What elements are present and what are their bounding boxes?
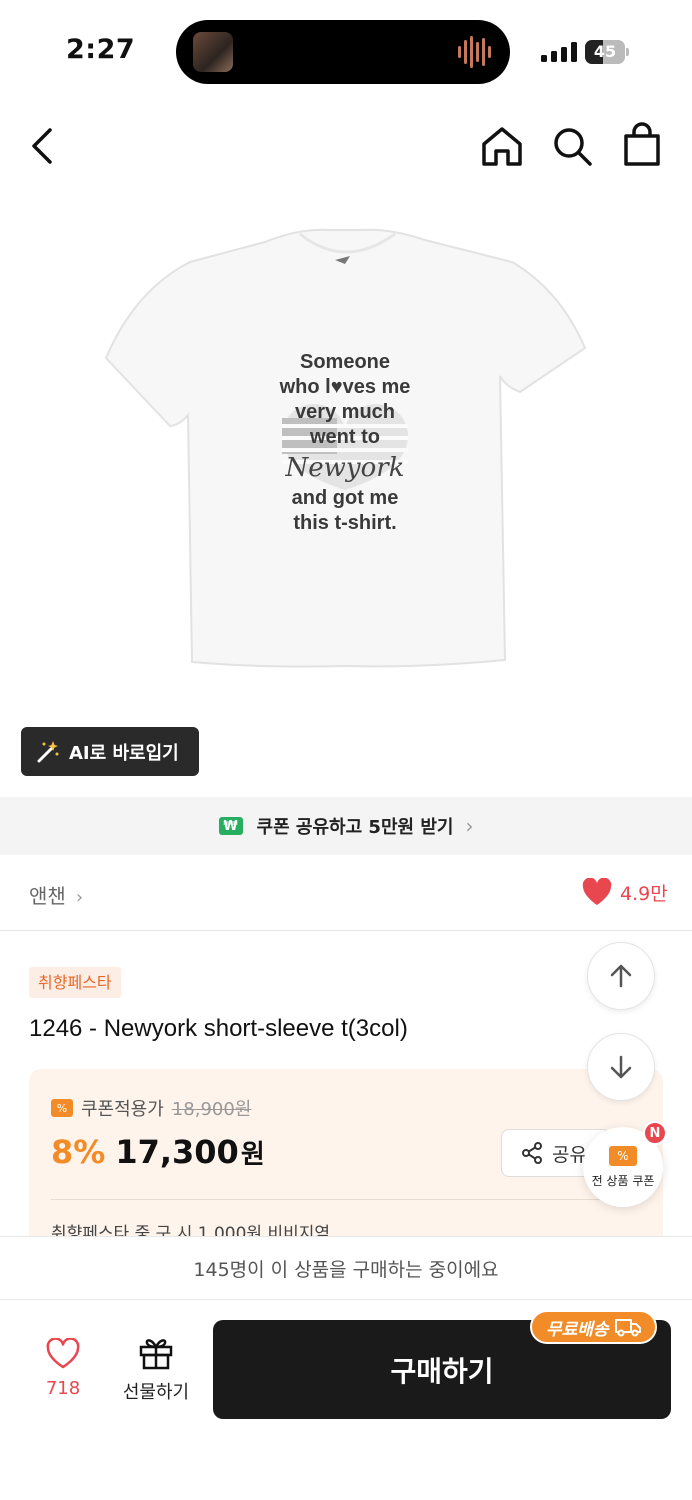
truck-icon xyxy=(614,1319,641,1337)
divider xyxy=(0,930,692,931)
shirt-print-text: Someone who l♥ves me very much went to N… xyxy=(240,350,450,536)
status-bar: 2:27 45 xyxy=(0,0,692,100)
buyers-count-bar: 145명이 이 상품을 구매하는 중이에요 xyxy=(0,1236,692,1300)
shirt-line: very much xyxy=(294,401,396,423)
status-time: 2:27 xyxy=(66,34,136,65)
battery-icon: 45 xyxy=(585,40,629,64)
shirt-line: Someone xyxy=(299,351,391,373)
sale-price: 17,300 xyxy=(115,1133,239,1171)
won-icon: ₩ xyxy=(218,817,243,835)
all-product-coupon-label: 전 상품 쿠폰 xyxy=(591,1173,655,1188)
arrow-down-icon xyxy=(610,1055,632,1079)
shirt-line: and got me xyxy=(291,487,399,509)
heart-filled-icon xyxy=(582,878,612,905)
audio-wave-icon xyxy=(458,36,491,68)
arrow-up-icon xyxy=(610,964,632,988)
shirt-script-line: Newyork xyxy=(285,453,405,483)
discount-rate: 8% xyxy=(51,1133,106,1171)
coupon-share-banner[interactable]: ₩ 쿠폰 공유하고 5만원 받기 › xyxy=(0,797,692,855)
brand-name: 앤챈 xyxy=(29,884,66,908)
shirt-line: went to xyxy=(310,426,380,448)
scroll-down-button[interactable] xyxy=(587,1033,655,1101)
coupon-price-label: 쿠폰적용가 xyxy=(81,1099,164,1120)
battery-level: 45 xyxy=(593,42,617,61)
price-unit: 원 xyxy=(240,1140,265,1170)
dynamic-island[interactable] xyxy=(176,20,510,84)
shirt-line: who l♥ves me xyxy=(279,376,411,398)
scroll-up-button[interactable] xyxy=(587,942,655,1010)
coupon-icon: % xyxy=(51,1099,73,1117)
like-button[interactable]: 718 xyxy=(34,1337,92,1399)
free-shipping-label: 무료배송 xyxy=(546,1319,609,1340)
coupon-icon: % xyxy=(609,1145,637,1166)
new-badge: N xyxy=(643,1121,667,1145)
buy-label: 구매하기 xyxy=(390,1354,494,1388)
sale-price-line: 8% 17,300 원 xyxy=(51,1133,265,1171)
ai-try-on-label: AI로 바로입기 xyxy=(69,742,179,764)
divider xyxy=(51,1199,641,1200)
share-label: 공유 xyxy=(552,1143,587,1166)
all-product-coupon-button[interactable]: % 전 상품 쿠폰 N xyxy=(583,1121,667,1207)
bottom-action-bar: 718 선물하기 구매하기 무료배송 xyxy=(0,1300,692,1500)
brand-like-button[interactable]: 4.9만 xyxy=(582,878,668,906)
shopping-bag-icon[interactable] xyxy=(620,122,664,168)
coupon-price-line: % 쿠폰적용가 18,900원 xyxy=(51,1095,251,1121)
back-arrow-icon[interactable] xyxy=(26,124,62,168)
free-shipping-badge: 무료배송 xyxy=(530,1310,657,1344)
chevron-right-icon: › xyxy=(75,887,84,908)
festival-tag: 취향페스타 xyxy=(29,967,121,998)
price-card: % 쿠폰적용가 18,900원 8% 17,300 원 공유 취향페스타 중 구… xyxy=(29,1069,663,1249)
chevron-right-icon: › xyxy=(465,814,474,838)
heart-outline-icon xyxy=(46,1337,80,1369)
brand-link[interactable]: 앤챈 › xyxy=(29,880,83,909)
magic-wand-icon xyxy=(37,740,59,762)
gift-icon xyxy=(139,1339,173,1370)
original-price: 18,900원 xyxy=(171,1099,252,1120)
share-icon xyxy=(522,1142,542,1164)
search-icon[interactable] xyxy=(550,124,594,168)
product-title: 1246 - Newyork short-sleeve t(3col) xyxy=(29,1015,408,1042)
now-playing-artwork xyxy=(193,32,233,72)
gift-button[interactable]: 선물하기 xyxy=(112,1336,200,1404)
cellular-signal-icon xyxy=(541,42,577,62)
ai-try-on-button[interactable]: AI로 바로입기 xyxy=(21,727,199,776)
buyers-count-text: 145명이 이 상품을 구매하는 중이에요 xyxy=(193,1258,499,1281)
brand-like-count: 4.9만 xyxy=(620,882,668,905)
gift-label: 선물하기 xyxy=(122,1382,190,1403)
home-icon[interactable] xyxy=(480,124,524,168)
like-count: 718 xyxy=(45,1378,81,1399)
shirt-line: this t-shirt. xyxy=(293,512,397,534)
coupon-banner-text: 쿠폰 공유하고 5만원 받기 xyxy=(256,817,454,838)
